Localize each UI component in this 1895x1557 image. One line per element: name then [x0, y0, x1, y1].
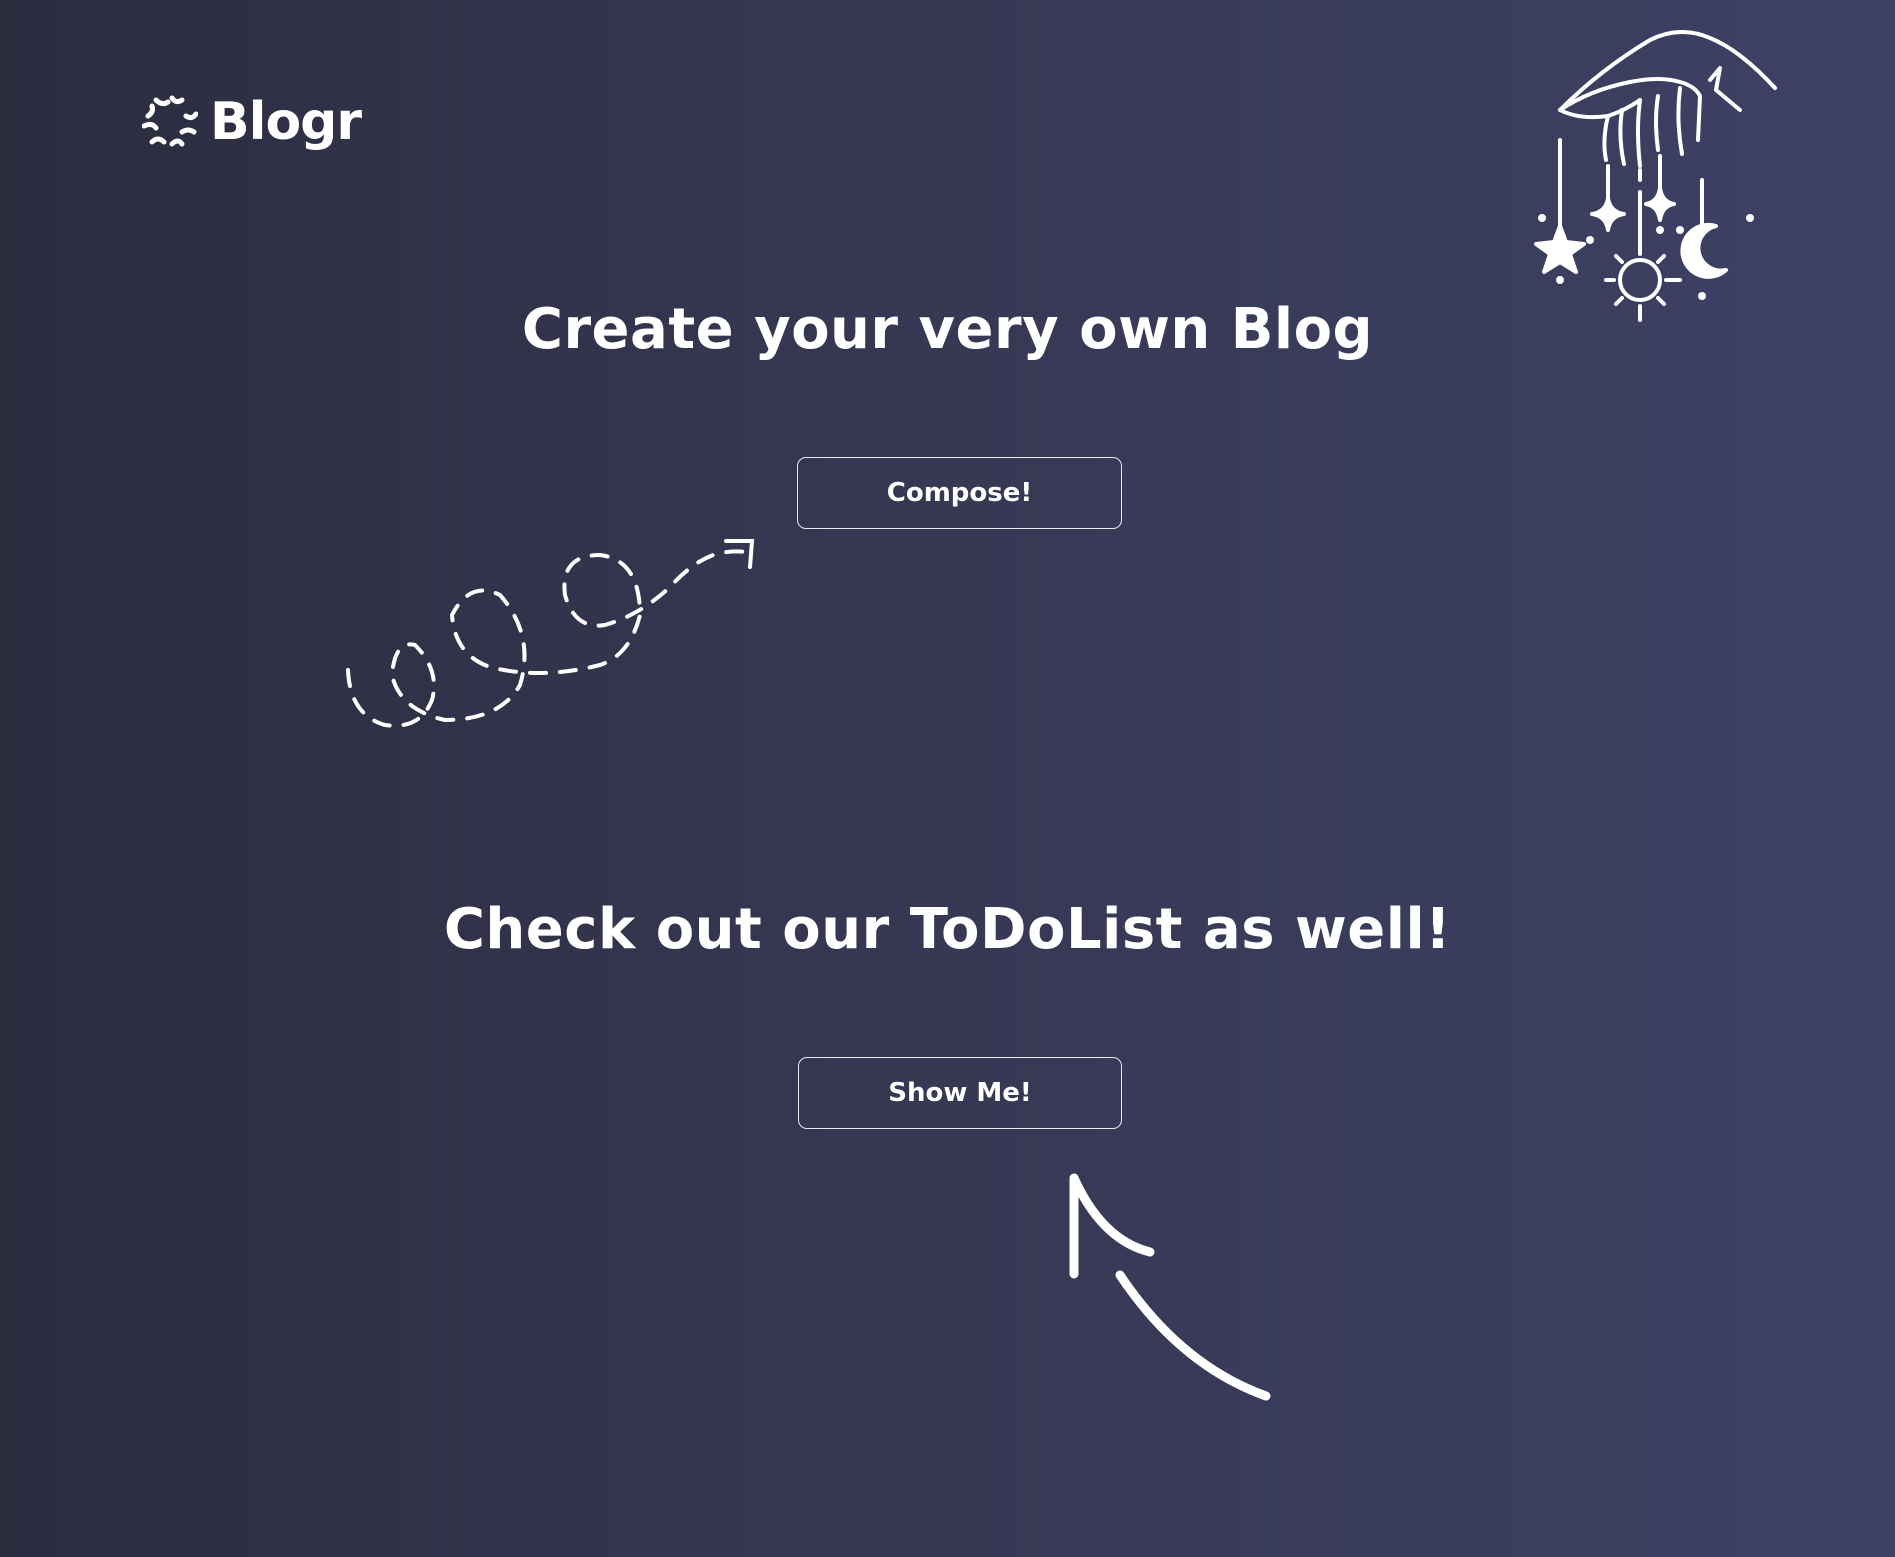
section-heading-blog: Create your very own Blog	[521, 297, 1374, 362]
curved-arrow-icon	[1069, 1173, 1271, 1401]
section-heading-todolist: Check out our ToDoList as well!	[443, 897, 1452, 962]
dashed-loopy-arrow-icon	[346, 539, 755, 728]
show-me-button[interactable]: Show Me!	[798, 1057, 1122, 1129]
brand-name: Blogr	[210, 92, 362, 152]
burst-icon	[142, 95, 198, 147]
hand-with-hanging-celestial-charms-icon	[1534, 30, 1777, 322]
compose-button[interactable]: Compose!	[797, 457, 1122, 529]
brand-logo[interactable]: Blogr	[142, 90, 362, 154]
